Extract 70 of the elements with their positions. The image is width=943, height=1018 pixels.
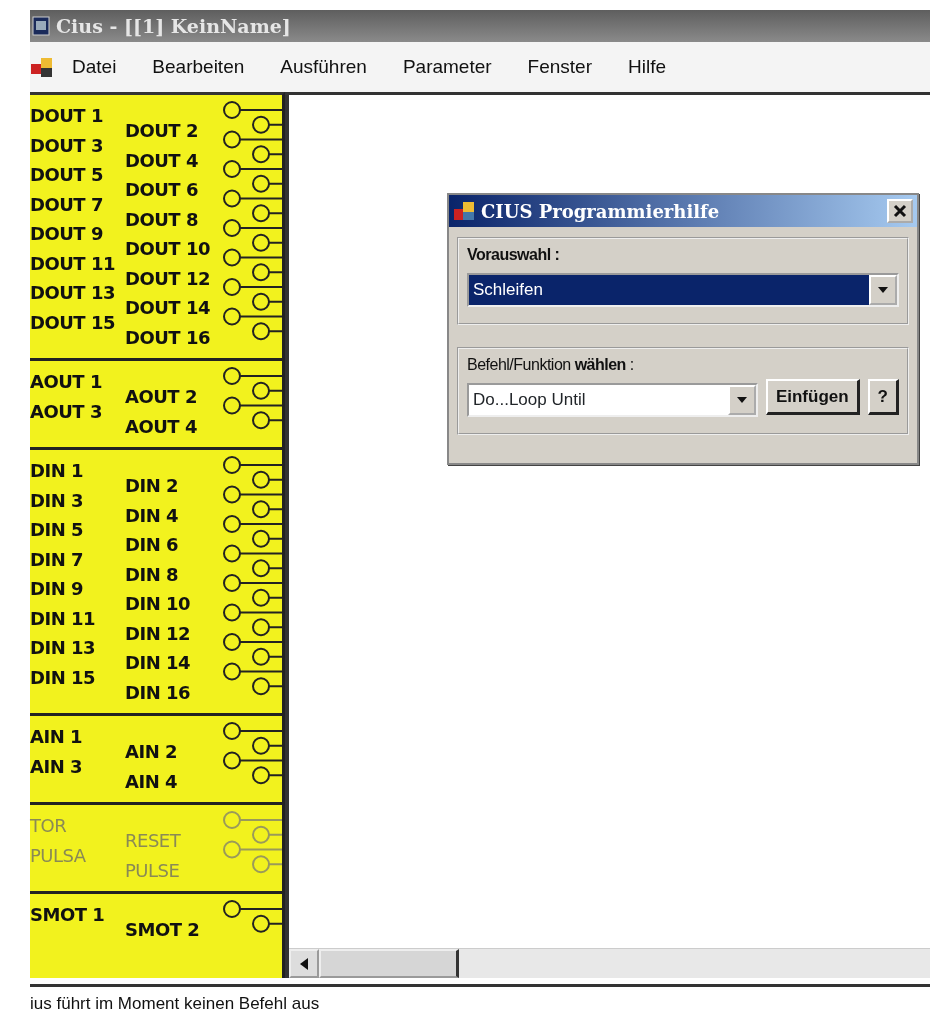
io-label: DIN 6	[125, 533, 179, 557]
io-label: DOUT 1	[30, 104, 104, 128]
io-label: AOUT 2	[125, 385, 198, 409]
io-label: DIN 12	[125, 621, 192, 646]
menu-item[interactable]: Datei	[54, 52, 135, 82]
io-label: AOUT 4	[125, 414, 198, 439]
menu-item[interactable]: Hilfe	[610, 52, 685, 82]
io-label: AIN 1	[30, 725, 83, 749]
io-label: AOUT 1	[30, 370, 103, 394]
io-label: DOUT 16	[125, 325, 211, 350]
io-label: DOUT 15	[30, 310, 116, 335]
io-label: DIN 7	[30, 547, 84, 572]
scroll-thumb[interactable]	[319, 949, 459, 978]
io-label: DIN 5	[30, 518, 84, 542]
io-label: DOUT 2	[125, 119, 199, 143]
dropdown-arrow-icon	[736, 397, 747, 403]
io-label: DIN 11	[30, 606, 97, 631]
io-label: DOUT 4	[125, 148, 199, 173]
menu-item[interactable]: Bearbeiten	[134, 52, 263, 82]
dropdown-arrow-icon	[878, 287, 888, 293]
io-label: DOUT 13	[30, 281, 116, 305]
app-icon	[453, 200, 475, 222]
window-title: Cius - [[1] KeinName]	[56, 13, 291, 39]
io-label: DIN 1	[30, 459, 84, 483]
app-icon	[32, 16, 50, 36]
menu-item[interactable]: Fenster	[509, 52, 610, 82]
io-label: AIN 2	[125, 740, 178, 764]
io-label: DIN 10	[125, 592, 192, 616]
io-label: DIN 2	[125, 474, 179, 498]
io-label: DOUT 9	[30, 222, 104, 246]
io-label: PULSA	[30, 843, 87, 868]
menu-item[interactable]: Parameter	[384, 52, 510, 82]
io-label: DOUT 6	[125, 178, 199, 202]
io-label: DIN 15	[30, 665, 97, 690]
io-label: DOUT 12	[125, 266, 211, 291]
io-label: DIN 13	[30, 636, 97, 660]
app-menu-icon	[30, 55, 54, 79]
io-label: DIN 9	[30, 577, 84, 601]
io-label: AOUT 3	[30, 399, 103, 424]
menu-item[interactable]: Ausführen	[262, 52, 385, 82]
dialog-title: CIUS Programmierhilfe	[481, 199, 720, 224]
dropdown-field[interactable]: Schleifen	[467, 273, 899, 307]
io-label: DIN 8	[125, 562, 179, 587]
io-label: DIN 3	[30, 488, 84, 513]
close-icon	[893, 204, 907, 218]
status-text: ius führt im Moment keinen Befehl aus	[30, 984, 930, 1018]
io-label: DOUT 5	[30, 163, 104, 187]
io-label: DOUT 14	[125, 296, 211, 320]
io-label: DIN 4	[125, 503, 179, 528]
io-label: AIN 3	[30, 754, 83, 779]
scroll-left-button[interactable]	[289, 949, 319, 978]
close-button[interactable]	[887, 199, 913, 223]
io-label: SMOT 2	[125, 918, 201, 942]
horizontal-scrollbar[interactable]	[289, 948, 930, 978]
io-label: DIN 14	[125, 651, 192, 675]
io-label: PULSE	[125, 858, 181, 883]
help-button[interactable]: ?	[867, 379, 899, 415]
io-label: DOUT 11	[30, 251, 116, 276]
io-label: DOUT 8	[125, 207, 199, 232]
insert-button[interactable]: Einfügen	[765, 379, 860, 415]
io-label: TOR	[30, 814, 68, 838]
io-label: DIN 16	[125, 680, 192, 705]
io-label: DOUT 3	[30, 133, 104, 158]
left-arrow-icon	[300, 957, 308, 970]
io-label: DOUT 10	[125, 237, 211, 261]
dropdown-field[interactable]: Do...Loop Until	[467, 383, 758, 417]
io-label: DOUT 7	[30, 192, 104, 217]
io-label: RESET	[125, 829, 182, 853]
io-label: SMOT 1	[30, 903, 106, 927]
io-label: AIN 4	[125, 769, 178, 794]
